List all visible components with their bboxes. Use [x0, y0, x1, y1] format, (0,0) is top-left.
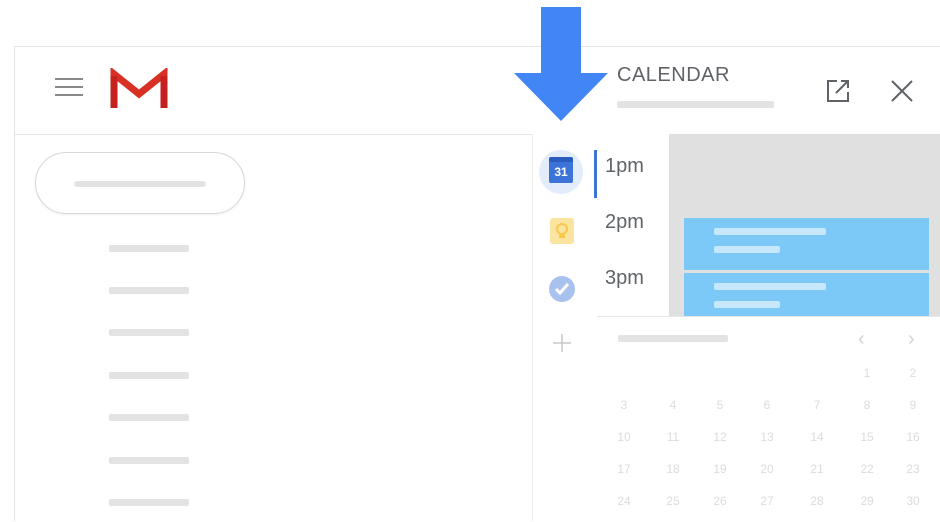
compose-button[interactable]	[35, 152, 245, 214]
calendar-icon: 31	[549, 157, 573, 183]
mini-calendar-day[interactable]: 14	[804, 430, 830, 444]
event-block[interactable]	[684, 273, 929, 316]
panel-title: CALENDAR	[617, 64, 730, 86]
time-label: 3pm	[605, 267, 644, 289]
menu-icon[interactable]	[55, 78, 83, 100]
panel-subtitle	[617, 101, 774, 108]
mini-calendar-day[interactable]: 8	[854, 398, 880, 412]
gmail-header	[14, 47, 532, 135]
event-block[interactable]	[684, 218, 929, 270]
down-arrow	[514, 7, 608, 121]
mini-calendar-day[interactable]: 29	[854, 494, 880, 508]
time-label: 2pm	[605, 211, 644, 233]
mini-calendar-day[interactable]: 30	[900, 494, 926, 508]
keep-icon[interactable]	[548, 216, 576, 246]
mini-calendar-day[interactable]: 27	[754, 494, 780, 508]
mini-calendar-day[interactable]: 5	[707, 398, 733, 412]
calendar-icon-button[interactable]: 31	[539, 150, 583, 194]
mini-calendar-day[interactable]: 9	[900, 398, 926, 412]
nav-item[interactable]	[109, 457, 189, 464]
mini-calendar-day[interactable]: 6	[754, 398, 780, 412]
mini-calendar-day[interactable]: 2	[900, 366, 926, 380]
mini-calendar-day[interactable]: 10	[611, 430, 637, 444]
mini-calendar-month	[618, 335, 728, 342]
tasks-icon[interactable]	[547, 274, 577, 304]
mini-calendar-day[interactable]: 24	[611, 494, 637, 508]
mini-calendar-day[interactable]: 7	[804, 398, 830, 412]
mini-calendar-day[interactable]: 22	[854, 462, 880, 476]
gmail-logo[interactable]	[110, 68, 168, 110]
mini-calendar-day[interactable]: 15	[854, 430, 880, 444]
mini-calendar-day[interactable]: 19	[707, 462, 733, 476]
mini-calendar-day[interactable]: 12	[707, 430, 733, 444]
nav-item[interactable]	[109, 499, 189, 506]
mini-calendar-day[interactable]: 20	[754, 462, 780, 476]
mini-calendar-day[interactable]: 4	[660, 398, 686, 412]
mini-calendar-day[interactable]: 21	[804, 462, 830, 476]
mini-calendar-day[interactable]: 16	[900, 430, 926, 444]
time-label: 1pm	[605, 155, 644, 177]
mini-calendar-day[interactable]: 11	[660, 430, 686, 444]
mini-calendar-day[interactable]: 1	[854, 366, 880, 380]
chevron-left-icon[interactable]: ‹	[858, 328, 865, 351]
mini-calendar-day[interactable]: 13	[754, 430, 780, 444]
nav-item[interactable]	[109, 414, 189, 421]
open-in-new-icon[interactable]	[823, 76, 853, 106]
mini-calendar-day[interactable]: 28	[804, 494, 830, 508]
nav-item[interactable]	[109, 372, 189, 379]
nav-item[interactable]	[109, 329, 189, 336]
add-icon[interactable]	[549, 330, 575, 356]
mini-calendar-day[interactable]: 3	[611, 398, 637, 412]
mini-calendar-day[interactable]: 23	[900, 462, 926, 476]
mini-calendar-day[interactable]: 17	[611, 462, 637, 476]
mini-calendar-day[interactable]: 26	[707, 494, 733, 508]
mini-calendar-day[interactable]: 25	[660, 494, 686, 508]
chevron-right-icon[interactable]: ›	[908, 328, 915, 351]
nav-item[interactable]	[109, 287, 189, 294]
nav-item[interactable]	[109, 245, 189, 252]
close-icon[interactable]	[887, 76, 917, 106]
mini-calendar-day[interactable]: 18	[660, 462, 686, 476]
mini-calendar	[597, 316, 940, 522]
